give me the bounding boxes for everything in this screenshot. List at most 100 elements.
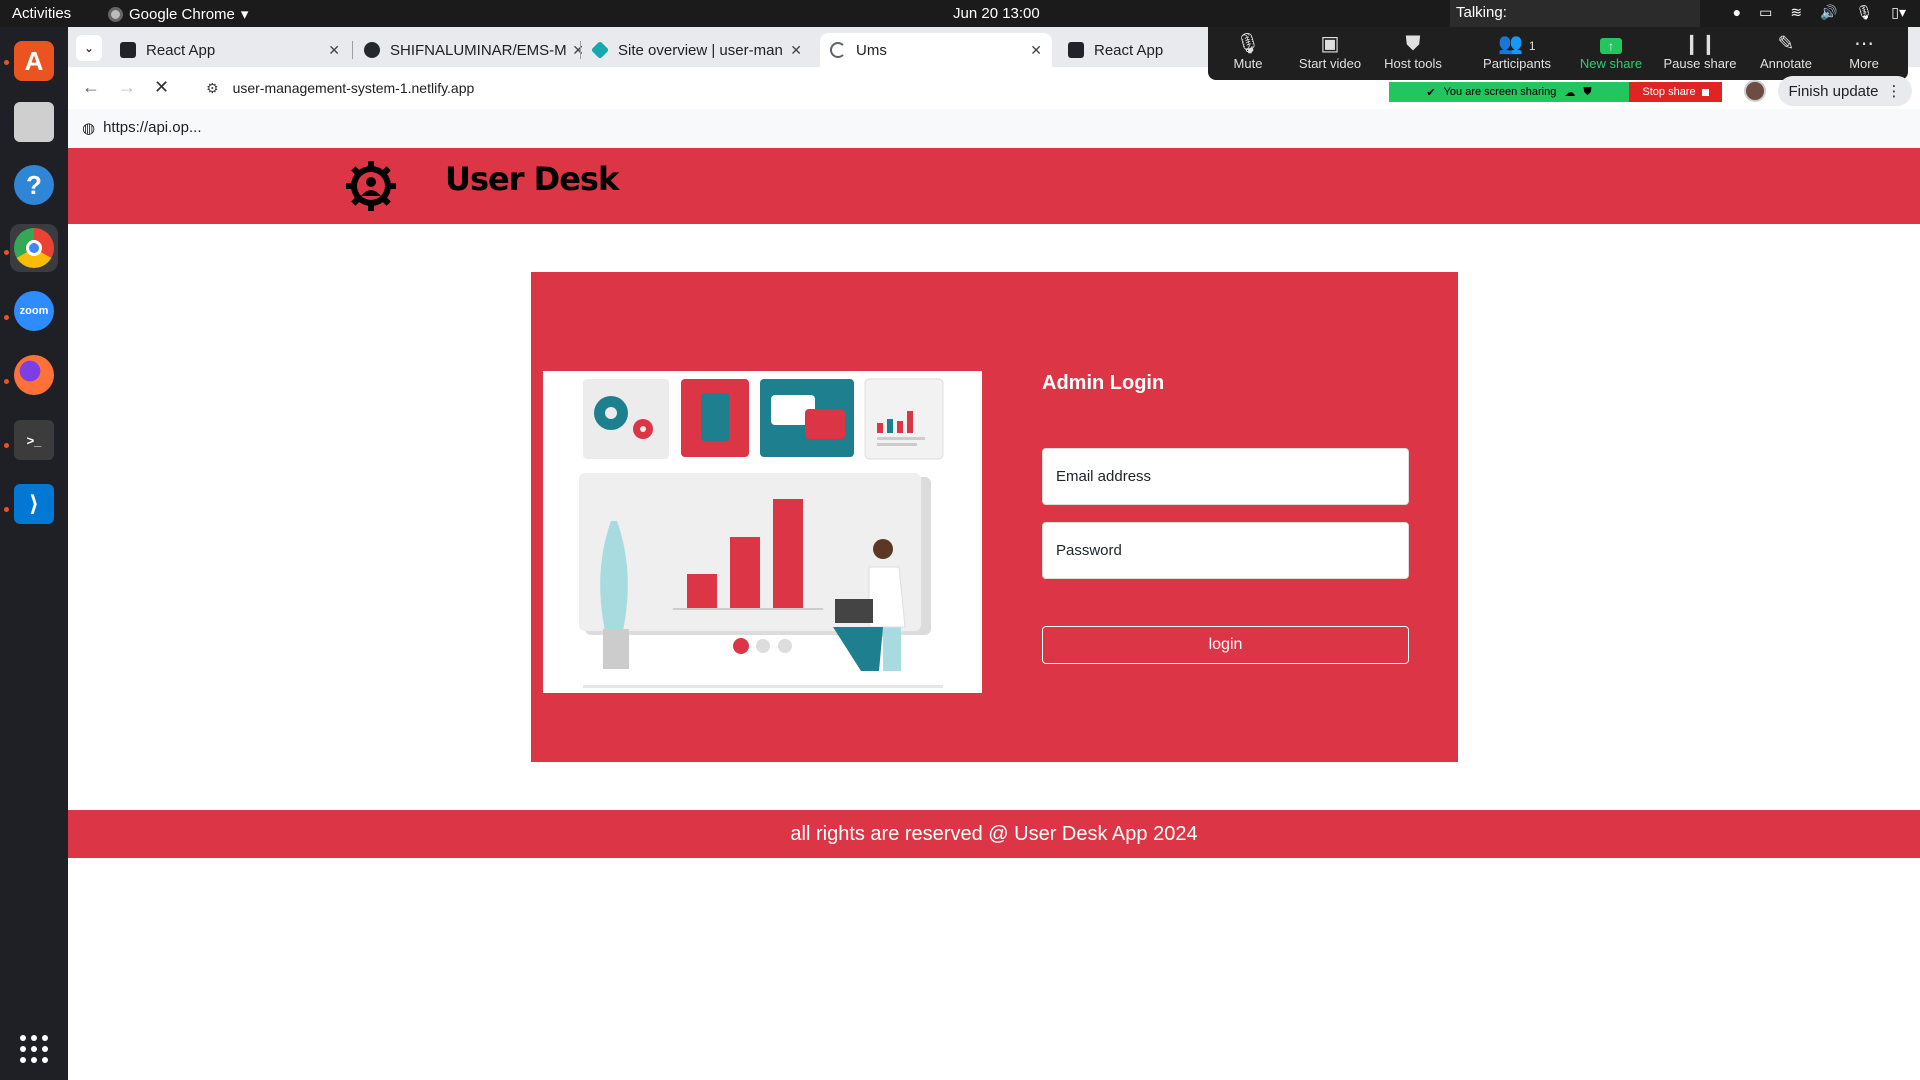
back-arrow-icon[interactable]: ←: [82, 77, 100, 98]
new-share-label: New share: [1579, 56, 1643, 71]
start-video-label: Start video: [1298, 56, 1362, 71]
start-video-button[interactable]: ▣ Start video: [1290, 32, 1370, 71]
finish-update-button[interactable]: Finish update ⋮: [1778, 76, 1912, 106]
screen-sharing-banner: ✔ You are screen sharing ☁ ⛊: [1389, 82, 1629, 102]
github-icon: [364, 42, 380, 58]
screen-sharing-label: You are screen sharing: [1443, 86, 1557, 98]
participants-button[interactable]: 👥 1 Participants: [1472, 32, 1562, 71]
annotate-button[interactable]: ✎ Annotate: [1746, 32, 1826, 71]
zoom-tray-icon[interactable]: ●: [1733, 4, 1741, 21]
dock-files[interactable]: [10, 98, 58, 146]
profile-avatar[interactable]: [1744, 80, 1766, 102]
chrome-icon: [14, 228, 54, 268]
video-off-icon: ▣: [1320, 33, 1340, 55]
email-field[interactable]: Email address: [1042, 448, 1409, 505]
status-bubble: ◍ https://api.op...: [68, 109, 1920, 148]
address-bar[interactable]: ⚙ user-management-system-1.netlify.app: [192, 72, 1372, 104]
password-placeholder: Password: [1056, 542, 1122, 559]
stop-share-button[interactable]: Stop share: [1629, 82, 1722, 102]
dock-zoom[interactable]: zoom: [10, 287, 58, 335]
pause-share-label: Pause share: [1663, 56, 1737, 71]
stop-share-label: Stop share: [1642, 86, 1696, 98]
participants-count: 1: [1528, 39, 1536, 53]
pencil-icon: ✎: [1777, 33, 1795, 55]
system-top-bar: Activities Google Chrome ▾ Jun 20 13:00 …: [0, 0, 1920, 27]
running-indicator: [4, 60, 9, 65]
gear-user-icon: [346, 161, 396, 211]
share-icon: ↑: [1600, 38, 1622, 54]
host-tools-label: Host tools: [1384, 56, 1442, 71]
loading-icon: [830, 42, 846, 58]
volume-icon[interactable]: 🔊: [1820, 4, 1837, 21]
tab-react-app-1[interactable]: React App ✕: [110, 33, 350, 67]
mute-label: Mute: [1233, 56, 1263, 71]
tab-github[interactable]: SHIFNALUMINAR/EMS-M ✕: [354, 33, 594, 67]
login-button[interactable]: login: [1042, 626, 1409, 664]
status-url: https://api.op...: [103, 119, 202, 136]
app-center-icon: A: [14, 41, 54, 81]
brand-title[interactable]: User Desk: [445, 160, 619, 198]
chevron-down-icon: ⌄: [83, 41, 95, 55]
dock: A ? zoom >_ ⟩: [0, 27, 68, 1080]
kebab-menu-icon: ⋮: [1886, 83, 1902, 100]
system-tray[interactable]: ● ▭ ≋ 🔊 🎙 ▯▾: [1733, 4, 1906, 21]
zoom-icon: zoom: [14, 291, 54, 331]
more-button[interactable]: ⋯ More: [1824, 32, 1904, 71]
close-icon[interactable]: ✕: [1030, 42, 1042, 59]
site-info-icon[interactable]: ⚙: [206, 80, 219, 97]
share-status-icon: ✔: [1426, 86, 1436, 99]
app-menu-label: Google Chrome: [129, 5, 235, 23]
host-tools-button[interactable]: ⛊ Host tools: [1373, 32, 1453, 71]
site-header: User Desk: [68, 148, 1920, 224]
netlify-icon: [590, 40, 610, 60]
site-footer: all rights are reserved @ User Desk App …: [68, 810, 1920, 858]
tab-netlify[interactable]: Site overview | user-man ✕: [582, 33, 812, 67]
help-icon: ?: [14, 165, 54, 205]
caret-down-icon: ▾: [240, 6, 249, 23]
email-placeholder: Email address: [1056, 468, 1152, 485]
annotate-label: Annotate: [1759, 56, 1813, 71]
app-menu[interactable]: Google Chrome ▾: [108, 5, 248, 23]
forward-arrow-icon[interactable]: →: [118, 77, 136, 98]
tab-label: SHIFNALUMINAR/EMS-M: [390, 41, 567, 59]
tab-ums[interactable]: Ums ✕: [820, 33, 1052, 67]
zoom-toolbar: 🎙 Mute ▣ Start video ⛊ Host tools 👥 1 Pa…: [1208, 27, 1908, 80]
close-icon[interactable]: ✕: [790, 41, 802, 59]
screen-icon[interactable]: ▭: [1759, 4, 1772, 21]
shield-check-icon: ⛊: [1583, 85, 1592, 98]
chrome-icon: [108, 6, 123, 22]
participants-label: Participants: [1483, 56, 1551, 71]
battery-icon[interactable]: ▯▾: [1891, 4, 1906, 21]
participants-icon: 👥: [1498, 33, 1524, 55]
dock-vscode[interactable]: ⟩: [10, 480, 58, 528]
stop-icon: [1701, 88, 1709, 96]
tab-label: React App: [146, 41, 216, 59]
running-indicator: [4, 507, 9, 512]
react-icon: [120, 42, 136, 58]
zoom-talking-indicator: Talking:: [1450, 0, 1700, 27]
dock-chrome[interactable]: [10, 224, 58, 272]
pause-share-button[interactable]: ❙❙ Pause share: [1660, 32, 1740, 71]
new-share-button[interactable]: ↑ New share: [1571, 32, 1651, 71]
tab-search-button[interactable]: ⌄: [76, 35, 102, 61]
show-apps-button[interactable]: [10, 1025, 58, 1073]
dock-firefox[interactable]: [10, 351, 58, 399]
running-indicator: [4, 250, 9, 255]
wifi-icon[interactable]: ≋: [1790, 4, 1802, 21]
login-title: Admin Login: [1042, 372, 1165, 394]
mute-button[interactable]: 🎙 Mute: [1208, 32, 1288, 71]
mic-icon: 🎙: [1235, 33, 1261, 55]
clock[interactable]: Jun 20 13:00: [953, 5, 1040, 22]
stop-loading-icon[interactable]: ✕: [154, 77, 169, 98]
globe-icon: ◍: [82, 120, 96, 137]
dock-terminal[interactable]: >_: [10, 416, 58, 464]
dashboard-illustration: [543, 371, 982, 693]
close-icon[interactable]: ✕: [328, 42, 340, 59]
password-field[interactable]: Password: [1042, 522, 1409, 579]
dock-help[interactable]: ?: [10, 161, 58, 209]
dock-app-center[interactable]: A: [10, 37, 58, 85]
mic-tray-icon[interactable]: 🎙: [1855, 4, 1873, 21]
shield-icon: ⛊: [1405, 33, 1421, 55]
finish-update-label: Finish update: [1788, 82, 1879, 100]
activities-button[interactable]: Activities: [12, 5, 71, 22]
